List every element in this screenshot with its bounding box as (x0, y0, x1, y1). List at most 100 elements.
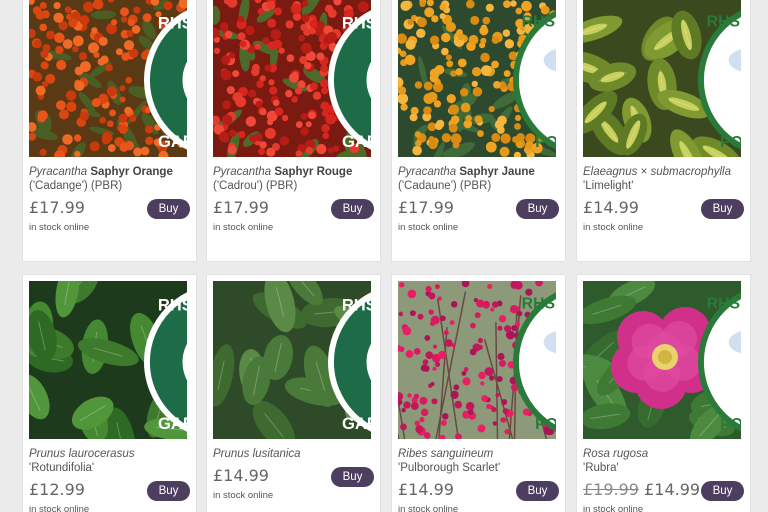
product-card[interactable]: RHS AWARD OF GARDEN MERIT Prunus lauroce… (22, 274, 197, 512)
product-info: Rosa rugosa 'Rubra' £19.99 £14.99 Buy in … (583, 447, 744, 512)
bee-pollinators-icon: RHS PLANTS FOR POLLINATORS (512, 283, 556, 433)
product-name[interactable]: Rosa rugosa 'Rubra' (583, 447, 744, 475)
product-name-italic: Prunus laurocerasus (29, 448, 135, 460)
buy-button[interactable]: Buy (331, 199, 374, 219)
product-image[interactable]: RHS PLANTS FOR POLLINATORS (583, 281, 741, 439)
bee-pollinators-icon: RHS PLANTS FOR POLLINATORS (697, 283, 741, 433)
product-name-bold: Saphyr Jaune (459, 166, 535, 178)
product-info: Pyracantha Saphyr Rouge ('Cadrou') (PBR) … (213, 165, 374, 245)
product-name-italic: Ribes sanguineum (398, 448, 494, 460)
badge-bottom-text: GARDEN MERIT (158, 132, 187, 151)
product-image[interactable]: RHS AWARD OF GARDEN MERIT (213, 0, 371, 157)
product-info: Pyracantha Saphyr Orange ('Cadange') (PBR… (29, 165, 190, 245)
product-info: Prunus lusitanica £14.99 Buy in stock on… (213, 447, 374, 512)
product-card[interactable]: RHS PLANTS FOR POLLINATORS Pyracantha Sa… (391, 0, 566, 262)
product-price: £14.99 (213, 466, 269, 485)
badge-bottom-text: GARDEN MERIT (342, 414, 371, 433)
buy-button[interactable]: Buy (147, 199, 190, 219)
rhs-award-icon: RHS AWARD OF GARDEN MERIT (143, 1, 187, 151)
badge-top-text: RHS PLANTS FOR (522, 296, 556, 313)
stock-status: in stock online (213, 222, 274, 233)
product-image[interactable]: RHS AWARD OF GARDEN MERIT (29, 281, 187, 439)
product-card[interactable]: RHS AWARD OF GARDEN MERIT Pyracantha Sap… (22, 0, 197, 262)
buy-button[interactable]: Buy (147, 481, 190, 501)
current-price: £17.99 (29, 198, 85, 217)
bee-pollinators-icon: RHS PLANTS FOR POLLINATORS (697, 1, 741, 151)
product-card[interactable]: RHS PLANTS FOR POLLINATORS Ribes sanguin… (391, 274, 566, 512)
rhs-award-icon: RHS AWARD OF GARDEN MERIT (327, 1, 371, 151)
product-price: £17.99 (398, 198, 454, 217)
product-image[interactable]: RHS PLANTS FOR POLLINATORS (583, 0, 741, 157)
rhs-award-icon: RHS AWARD OF GARDEN MERIT (327, 283, 371, 433)
badge-top-text: RHS AWARD OF (158, 14, 187, 33)
current-price: £14.99 (398, 480, 454, 499)
current-price: £14.99 (644, 480, 701, 499)
buy-button[interactable]: Buy (331, 467, 374, 487)
badge-top-text: RHS AWARD OF (342, 14, 371, 33)
stock-status: in stock online (583, 504, 644, 512)
rhs-award-icon: RHS AWARD OF GARDEN MERIT (143, 283, 187, 433)
badge-top-text: RHS AWARD OF (158, 296, 187, 315)
stock-status: in stock online (29, 222, 90, 233)
product-name-italic: Pyracantha (213, 166, 272, 178)
product-info: Ribes sanguineum 'Pulborough Scarlet' £14… (398, 447, 559, 512)
current-price: £14.99 (213, 466, 269, 485)
product-name-cultivar: 'Rubra' (583, 462, 619, 474)
product-name-italic: Elaeagnus × submacrophylla (583, 166, 731, 178)
badge-top-text: RHS PLANTS FOR (707, 296, 741, 313)
product-image[interactable]: RHS AWARD OF GARDEN MERIT (29, 0, 187, 157)
stock-status: in stock online (213, 490, 274, 501)
stock-status: in stock online (398, 504, 459, 512)
product-price: £14.99 (398, 480, 454, 499)
product-name-italic: Prunus lusitanica (213, 448, 301, 460)
product-name-italic: Rosa rugosa (583, 448, 649, 460)
product-price: £12.99 (29, 480, 85, 499)
badge-bottom-text: POLLINATORS (535, 416, 556, 433)
current-price: £14.99 (583, 198, 639, 217)
product-name[interactable]: Ribes sanguineum 'Pulborough Scarlet' (398, 447, 559, 475)
product-card[interactable]: RHS PLANTS FOR POLLINATORS Rosa rugosa 'R… (576, 274, 751, 512)
badge-top-text: RHS PLANTS FOR (707, 14, 741, 31)
product-name[interactable]: Prunus laurocerasus 'Rotundifolia' (29, 447, 190, 475)
product-price: £17.99 (29, 198, 85, 217)
product-name[interactable]: Elaeagnus × submacrophylla 'Limelight' (583, 165, 744, 193)
current-price: £12.99 (29, 480, 85, 499)
product-name-italic: Pyracantha (29, 166, 88, 178)
bee-pollinators-icon: RHS PLANTS FOR POLLINATORS (512, 1, 556, 151)
badge-bottom-text: POLLINATORS (535, 134, 556, 151)
product-price: £17.99 (213, 198, 269, 217)
buy-button[interactable]: Buy (701, 199, 744, 219)
product-image[interactable]: RHS AWARD OF GARDEN MERIT (213, 281, 371, 439)
product-image[interactable]: RHS PLANTS FOR POLLINATORS (398, 281, 556, 439)
stock-status: in stock online (398, 222, 459, 233)
product-name-cultivar: ('Cadaune') (PBR) (398, 180, 492, 192)
product-price: £14.99 (583, 198, 639, 217)
product-name-cultivar: 'Limelight' (583, 180, 634, 192)
product-card[interactable]: RHS AWARD OF GARDEN MERIT Prunus lusitan… (206, 274, 381, 512)
product-name-cultivar: 'Pulborough Scarlet' (398, 462, 501, 474)
product-card[interactable]: RHS AWARD OF GARDEN MERIT Pyracantha Sap… (206, 0, 381, 262)
product-name-italic: Pyracantha (398, 166, 457, 178)
badge-bottom-text: POLLINATORS (720, 134, 741, 151)
product-price: £19.99 £14.99 (583, 480, 700, 499)
product-name[interactable]: Pyracantha Saphyr Rouge ('Cadrou') (PBR) (213, 165, 374, 193)
badge-bottom-text: POLLINATORS (720, 416, 741, 433)
badge-top-text: RHS AWARD OF (342, 296, 371, 315)
product-info: Pyracantha Saphyr Jaune ('Cadaune') (PBR)… (398, 165, 559, 245)
buy-button[interactable]: Buy (516, 481, 559, 501)
product-info: Elaeagnus × submacrophylla 'Limelight' £1… (583, 165, 744, 245)
product-name-cultivar: ('Cadange') (PBR) (29, 180, 123, 192)
product-name[interactable]: Pyracantha Saphyr Orange ('Cadange') (PBR… (29, 165, 190, 193)
buy-button[interactable]: Buy (516, 199, 559, 219)
product-name-cultivar: 'Rotundifolia' (29, 462, 95, 474)
product-info: Prunus laurocerasus 'Rotundifolia' £12.99… (29, 447, 190, 512)
buy-button[interactable]: Buy (701, 481, 744, 501)
badge-bottom-text: GARDEN MERIT (342, 132, 371, 151)
product-image[interactable]: RHS PLANTS FOR POLLINATORS (398, 0, 556, 157)
product-name-bold: Saphyr Orange (90, 166, 173, 178)
product-name[interactable]: Prunus lusitanica (213, 447, 374, 461)
product-name[interactable]: Pyracantha Saphyr Jaune ('Cadaune') (PBR) (398, 165, 559, 193)
badge-top-text: RHS PLANTS FOR (522, 14, 556, 31)
current-price: £17.99 (398, 198, 454, 217)
product-card[interactable]: RHS PLANTS FOR POLLINATORS Elaeagnus × s… (576, 0, 751, 262)
